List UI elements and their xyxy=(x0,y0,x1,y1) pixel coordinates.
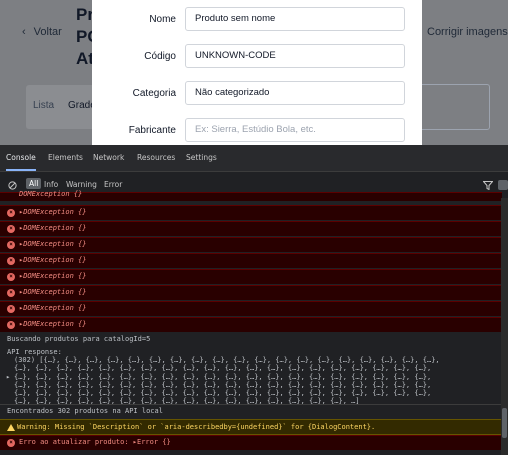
api-line: {…}, {…}, {…}, {…}, {…}, {…}, {…}, {…}, … xyxy=(14,389,432,397)
name-input[interactable]: Produto sem nome xyxy=(185,7,405,31)
api-line: (302) [{…}, {…}, {…}, {…}, {…}, {…}, {…}… xyxy=(14,356,440,364)
field-label: Código xyxy=(144,51,176,62)
log-message: Encontrados 302 produtos na API local xyxy=(7,407,163,415)
error-text: ▸DOMException {} xyxy=(19,304,87,312)
chevron-left-icon: ‹ xyxy=(22,26,26,38)
log-row-error[interactable]: × ▸DOMException {} xyxy=(0,285,502,300)
tab-resources[interactable]: Resources xyxy=(137,145,175,171)
error-icon: × xyxy=(7,305,15,313)
error-text: ▸DOMException {} xyxy=(19,288,87,296)
api-line: {…}, {…}, {…}, {…}, {…}, {…}, {…}, {…}, … xyxy=(14,373,432,381)
log-row-warning[interactable]: Warning: Missing `Description` or `aria-… xyxy=(0,419,502,435)
console-scrollbar[interactable] xyxy=(501,198,508,455)
devtools-tabs: Console Elements Network Resources Setti… xyxy=(0,145,508,172)
filter-error[interactable]: Error xyxy=(104,180,122,189)
filter-funnel-icon[interactable] xyxy=(483,181,493,190)
field-manufacturer: Fabricante Ex: Sierra, Estúdio Bola, etc… xyxy=(92,118,422,144)
log-row-error[interactable]: × ▸DOMException {} xyxy=(0,237,502,252)
field-label: Nome xyxy=(149,14,176,25)
log-row-error[interactable]: × Erro ao atualizar produto: ▸Error {} xyxy=(0,435,502,450)
manufacturer-input[interactable]: Ex: Sierra, Estúdio Bola, etc. xyxy=(185,118,405,142)
error-text: ▸DOMException {} xyxy=(19,240,87,248)
divider xyxy=(0,404,502,405)
tab-elements[interactable]: Elements xyxy=(48,145,83,171)
error-text: ▸DOMException {} xyxy=(19,208,87,216)
error-text: Erro ao atualizar produto: ▸Error {} xyxy=(19,438,171,446)
code-input[interactable]: UNKNOWN-CODE xyxy=(185,44,405,68)
log-row-error[interactable]: × ▸DOMException {} xyxy=(0,253,502,268)
error-icon: × xyxy=(7,241,15,249)
settings-gear-icon[interactable] xyxy=(498,180,508,190)
api-line: {…}, {…}, {…}, {…}, {…}, {…}, {…}, {…}, … xyxy=(14,364,432,372)
edit-product-dialog: Nome Produto sem nome Código UNKNOWN-COD… xyxy=(92,0,422,145)
category-select[interactable]: Não categorizado xyxy=(185,81,405,105)
error-text: ▸DOMException {} xyxy=(19,256,87,264)
warning-icon xyxy=(7,424,15,431)
error-text: ▸DOMException {} xyxy=(19,224,87,232)
error-icon: × xyxy=(7,439,15,447)
log-row-error: DOMException {} xyxy=(0,190,502,201)
clear-console-icon[interactable] xyxy=(8,181,17,190)
error-icon: × xyxy=(7,321,15,329)
error-icon: × xyxy=(7,273,15,281)
log-row-error[interactable]: × ▸DOMException {} xyxy=(0,205,502,220)
log-message: API response: xyxy=(7,348,62,356)
field-category: Categoria Não categorizado xyxy=(92,81,422,107)
field-code: Código UNKNOWN-CODE xyxy=(92,44,422,70)
fix-images-button[interactable]: Corrigir imagens d xyxy=(427,26,508,38)
tab-network[interactable]: Network xyxy=(93,145,124,171)
scrollbar-thumb[interactable] xyxy=(502,408,507,438)
tab-list[interactable]: Lista xyxy=(33,100,54,111)
api-response-object[interactable]: (302) [{…}, {…}, {…}, {…}, {…}, {…}, {…}… xyxy=(0,356,502,405)
log-row-error[interactable]: × ▸DOMException {} xyxy=(0,221,502,236)
warning-text: Warning: Missing `Description` or `aria-… xyxy=(17,423,376,431)
filter-warning[interactable]: Warning xyxy=(66,180,97,189)
filter-all[interactable]: All xyxy=(26,178,42,189)
tab-console[interactable]: Console xyxy=(6,145,36,171)
field-label: Fabricante xyxy=(128,125,176,136)
error-text: ▸DOMException {} xyxy=(19,320,87,328)
error-icon: × xyxy=(7,209,15,217)
field-name: Nome Produto sem nome xyxy=(92,7,422,33)
log-row-error[interactable]: × ▸DOMException {} xyxy=(0,269,502,284)
field-label: Categoria xyxy=(132,88,176,99)
error-icon: × xyxy=(7,257,15,265)
filter-info[interactable]: Info xyxy=(44,180,58,189)
view-tabs: Lista Grade xyxy=(26,85,98,129)
tab-settings[interactable]: Settings xyxy=(186,145,217,171)
error-icon: × xyxy=(7,289,15,297)
api-line: {…}, {…}, {…}, {…}, {…}, {…}, {…}, {…}, … xyxy=(14,381,432,389)
log-message: Buscando produtos para catalogId=5 xyxy=(7,335,151,343)
log-row-error[interactable]: × ▸DOMException {} xyxy=(0,317,502,332)
expand-arrow-icon[interactable]: ▸ xyxy=(6,373,10,381)
back-label: Voltar xyxy=(33,26,62,38)
back-button[interactable]: ‹ Voltar xyxy=(22,26,62,38)
error-text: DOMException {} xyxy=(19,190,83,198)
log-row-error[interactable]: × ▸DOMException {} xyxy=(0,301,502,316)
error-text: ▸DOMException {} xyxy=(19,272,87,280)
error-icon: × xyxy=(7,225,15,233)
